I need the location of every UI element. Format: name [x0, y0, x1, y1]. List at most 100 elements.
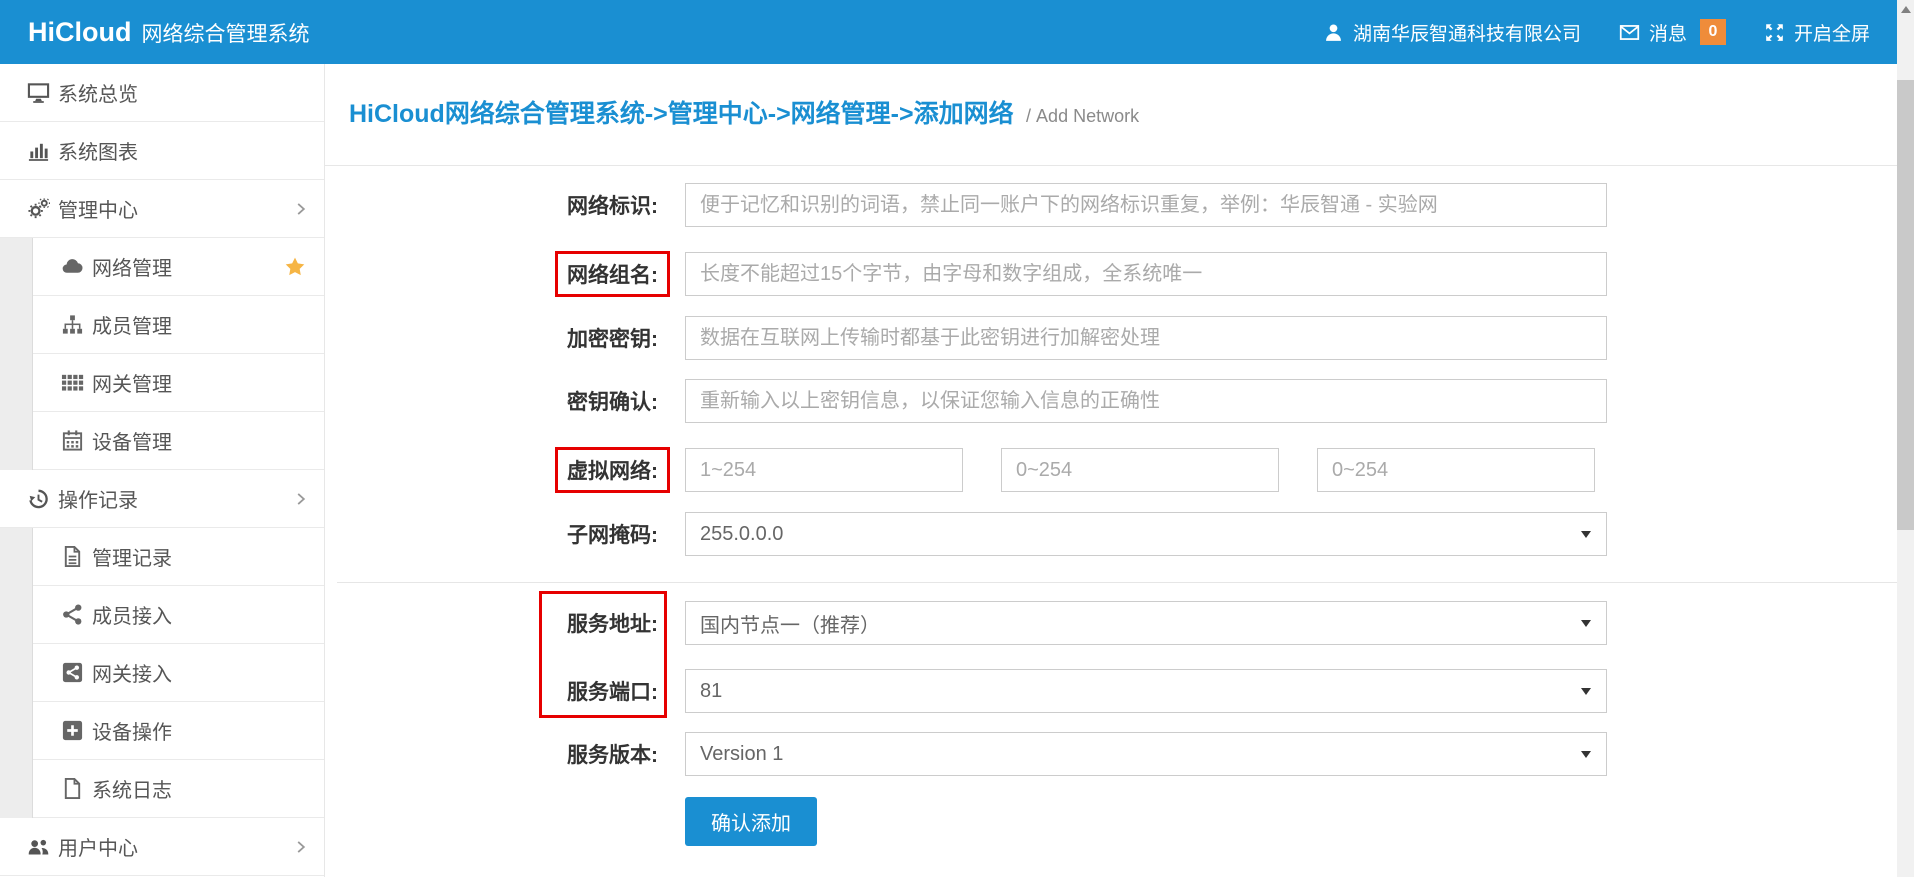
fullscreen-label: 开启全屏: [1794, 19, 1870, 46]
sidebar-item-member-access[interactable]: 成员接入: [0, 586, 324, 644]
account-menu[interactable]: 湖南华辰智通科技有限公司: [1323, 19, 1581, 46]
brand-subtitle: 网络综合管理系统: [141, 18, 309, 48]
sidebar-item-label: 设备管理: [92, 426, 172, 455]
sidebar-item-system-charts[interactable]: 系统图表: [0, 122, 324, 180]
sidebar-item-gateway-management[interactable]: 网关管理: [0, 354, 324, 412]
user-icon: [1323, 22, 1344, 43]
virtual-network-octet1-input[interactable]: [685, 448, 963, 492]
sidebar-item-label: 网关接入: [92, 658, 172, 687]
service-address-value: 国内节点一（推荐）: [700, 609, 880, 638]
sidebar-item-member-management[interactable]: 成员管理: [0, 296, 324, 354]
virtual-network-octet3-input[interactable]: [1317, 448, 1595, 492]
encryption-key-label: 加密密钥:: [325, 323, 658, 353]
form-row-service-address: 服务地址: 国内节点一（推荐）: [325, 601, 1914, 645]
service-version-label: 服务版本:: [325, 739, 658, 769]
sidebar-item-gateway-access[interactable]: 网关接入: [0, 644, 324, 702]
sidebar-item-operation-records[interactable]: 操作记录: [0, 470, 324, 528]
virtual-network-octet2-input[interactable]: [1001, 448, 1279, 492]
key-confirm-input[interactable]: [685, 379, 1607, 423]
form-row-network-id: 网络标识:: [325, 183, 1914, 227]
favorite-star-icon[interactable]: [284, 256, 306, 278]
form-row-virtual-network: 虚拟网络:: [325, 447, 1914, 493]
subnet-mask-label: 子网掩码:: [325, 519, 658, 549]
key-confirm-label: 密钥确认:: [325, 386, 658, 416]
sidebar-item-label: 成员管理: [92, 310, 172, 339]
section-divider: [337, 582, 1902, 583]
sidebar-item-label: 管理中心: [58, 194, 138, 223]
fullscreen-button[interactable]: 开启全屏: [1764, 19, 1870, 46]
sidebar-item-device-management[interactable]: 设备管理: [0, 412, 324, 470]
service-address-label: 服务地址:: [325, 608, 658, 638]
sitemap-icon: [60, 313, 84, 337]
messages-label: 消息: [1649, 19, 1687, 46]
history-icon: [26, 487, 50, 511]
share-icon: [60, 603, 84, 627]
encryption-key-input[interactable]: [685, 316, 1607, 360]
file-icon: [60, 777, 84, 801]
grid-icon: [60, 371, 84, 395]
scrollbar-up-arrow-icon[interactable]: [1901, 6, 1911, 13]
caret-down-icon: [1581, 688, 1591, 695]
form-row-encryption-key: 加密密钥:: [325, 316, 1914, 360]
sidebar-item-label: 系统图表: [58, 136, 138, 165]
virtual-network-label: 虚拟网络:: [567, 460, 658, 483]
desktop-icon: [26, 81, 50, 105]
scrollbar-thumb[interactable]: [1897, 80, 1914, 530]
subnet-mask-value: 255.0.0.0: [700, 523, 783, 546]
sidebar-item-label: 系统总览: [58, 78, 138, 107]
service-fields-group: 服务地址: 国内节点一（推荐） 服务端口: 81: [325, 601, 1914, 713]
topbar: HiCloud 网络综合管理系统 湖南华辰智通科技有限公司 消息 0: [0, 0, 1914, 64]
share-square-icon: [60, 661, 84, 685]
scrollbar[interactable]: [1897, 0, 1914, 877]
network-group-name-input[interactable]: [685, 252, 1607, 296]
company-name: 湖南华辰智通科技有限公司: [1353, 19, 1581, 46]
sidebar-item-label: 成员接入: [92, 600, 172, 629]
service-port-label: 服务端口:: [325, 676, 658, 706]
service-port-value: 81: [700, 680, 722, 703]
network-id-input[interactable]: [685, 183, 1607, 227]
plus-square-icon: [60, 719, 84, 743]
confirm-add-button[interactable]: 确认添加: [685, 797, 817, 846]
sidebar-item-label: 网络管理: [92, 252, 172, 281]
sidebar-item-label: 系统日志: [92, 774, 172, 803]
chevron-right-icon: [292, 838, 310, 856]
sidebar-item-management-center[interactable]: 管理中心: [0, 180, 324, 238]
chevron-right-icon: [292, 200, 310, 218]
sidebar-item-system-logs[interactable]: 系统日志: [0, 760, 324, 818]
service-version-value: Version 1: [700, 743, 783, 766]
main-content: HiCloud网络综合管理系统->管理中心->网络管理->添加网络 / Add …: [325, 64, 1914, 877]
service-address-select[interactable]: 国内节点一（推荐）: [685, 601, 1607, 645]
calendar-icon: [60, 429, 84, 453]
sidebar-item-label: 管理记录: [92, 542, 172, 571]
annotation-box-group-name: 网络组名:: [555, 251, 670, 297]
messages-count-badge: 0: [1700, 19, 1726, 45]
subnet-mask-select[interactable]: 255.0.0.0: [685, 512, 1607, 556]
users-icon: [26, 835, 50, 859]
form-row-key-confirm: 密钥确认:: [325, 379, 1914, 423]
messages-button[interactable]: 消息 0: [1619, 19, 1726, 46]
sidebar-item-system-overview[interactable]: 系统总览: [0, 64, 324, 122]
sidebar-item-user-center[interactable]: 用户中心: [0, 818, 324, 876]
cloud-icon: [60, 255, 84, 279]
breadcrumb-suffix: / Add Network: [1026, 106, 1139, 126]
sidebar-item-network-management[interactable]: 网络管理: [0, 238, 324, 296]
caret-down-icon: [1581, 751, 1591, 758]
sidebar-item-management-records[interactable]: 管理记录: [0, 528, 324, 586]
form-row-service-version: 服务版本: Version 1: [325, 732, 1914, 776]
fullscreen-icon: [1764, 22, 1785, 43]
form-row-service-port: 服务端口: 81: [325, 669, 1914, 713]
service-port-select[interactable]: 81: [685, 669, 1607, 713]
form-row-network-group-name: 网络组名:: [325, 251, 1914, 297]
breadcrumb-path: HiCloud网络综合管理系统->管理中心->网络管理->添加网络: [349, 100, 1014, 128]
service-version-select[interactable]: Version 1: [685, 732, 1607, 776]
topbar-right: 湖南华辰智通科技有限公司 消息 0 开启全屏: [1323, 19, 1884, 46]
sidebar-item-label: 操作记录: [58, 484, 138, 513]
app-logo: HiCloud 网络综合管理系统: [28, 17, 309, 48]
breadcrumb: HiCloud网络综合管理系统->管理中心->网络管理->添加网络 / Add …: [325, 64, 1914, 166]
sidebar-item-device-operations[interactable]: 设备操作: [0, 702, 324, 760]
sidebar-item-label: 用户中心: [58, 832, 138, 861]
annotation-box-virtual-network: 虚拟网络:: [555, 447, 670, 493]
sidebar-item-label: 网关管理: [92, 368, 172, 397]
caret-down-icon: [1581, 531, 1591, 538]
bar-chart-icon: [26, 139, 50, 163]
